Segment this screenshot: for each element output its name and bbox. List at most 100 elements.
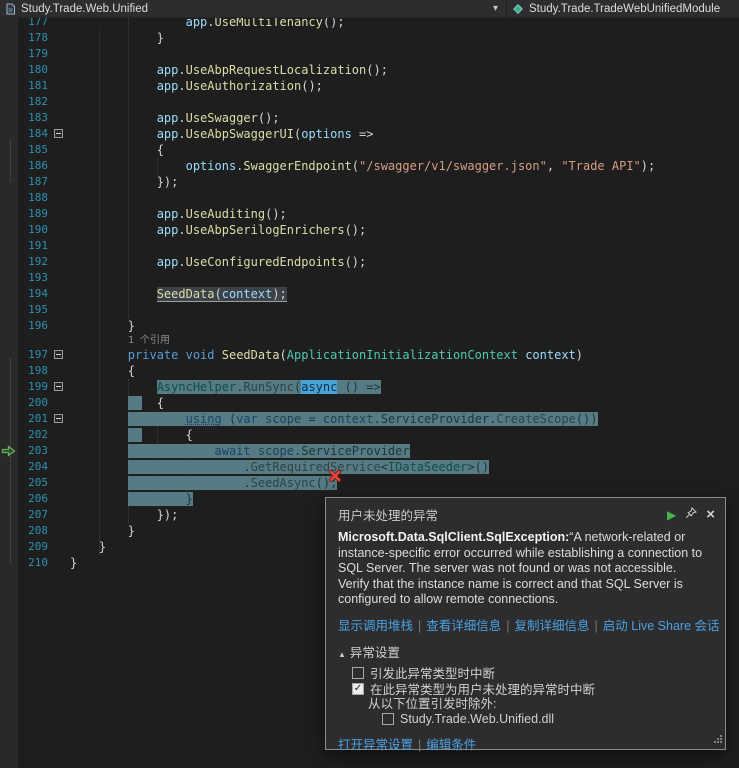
breakpoint-gutter-cell[interactable] — [0, 395, 18, 411]
code-line-195[interactable]: 195 — [0, 302, 739, 318]
breakpoint-gutter-cell[interactable] — [0, 46, 18, 62]
code-token: UseMultiTenancy — [214, 18, 323, 29]
breakpoint-gutter-cell[interactable] — [0, 110, 18, 126]
fold-margin-cell — [48, 334, 70, 347]
breakpoint-gutter-cell[interactable] — [0, 363, 18, 379]
breakpoint-gutter-cell[interactable] — [0, 286, 18, 302]
code-line-202[interactable]: 202 { — [0, 427, 739, 443]
code-line-180[interactable]: 180 app.UseAbpRequestLocalization(); — [0, 62, 739, 78]
breakpoint-gutter-cell[interactable] — [0, 206, 18, 222]
code-line-182[interactable]: 182 — [0, 94, 739, 110]
breakpoint-gutter-cell[interactable] — [0, 411, 18, 427]
open-exception-settings-link[interactable]: 打开异常设置 — [338, 738, 413, 752]
breakpoint-gutter-cell[interactable] — [0, 78, 18, 94]
type-dropdown[interactable]: Study.Trade.TradeWebUnifiedModule — [507, 0, 739, 17]
code-line-204[interactable]: 204 .GetRequiredService<IDataSeeder>() — [0, 459, 739, 475]
code-line-179[interactable]: 179 — [0, 46, 739, 62]
live-share-link[interactable]: 启动 Live Share 会话 — [603, 619, 720, 633]
line-number: 177 — [28, 18, 48, 28]
exception-settings-expander[interactable]: ▲ 异常设置 — [338, 642, 715, 661]
code-line-205[interactable]: 205 .SeedAsync(); — [0, 475, 739, 491]
breakpoint-gutter-cell[interactable] — [0, 174, 18, 190]
code-line-184[interactable]: 184 app.UseAbpSwaggerUI(options => — [0, 126, 739, 142]
fold-toggle-icon[interactable] — [54, 414, 63, 423]
breakpoint-gutter-cell[interactable] — [0, 158, 18, 174]
code-line-199[interactable]: 199 AsyncHelper.RunSync(async () => — [0, 379, 739, 395]
show-call-stack-link[interactable]: 显示调用堆栈 — [338, 619, 413, 633]
breakpoint-gutter-cell[interactable] — [0, 334, 18, 347]
code-token: SeedData — [221, 348, 280, 362]
breakpoint-gutter-cell[interactable] — [0, 30, 18, 46]
code-line-186[interactable]: 186 options.SwaggerEndpoint("/swagger/v1… — [0, 158, 739, 174]
breakpoint-gutter-cell[interactable] — [0, 318, 18, 334]
breakpoint-gutter-cell[interactable] — [0, 443, 18, 459]
breakpoint-gutter-cell[interactable] — [0, 62, 18, 78]
code-line-183[interactable]: 183 app.UseSwagger(); — [0, 110, 739, 126]
fold-toggle-icon[interactable] — [54, 382, 63, 391]
breakpoint-gutter-cell[interactable] — [0, 18, 18, 30]
copy-details-link[interactable]: 复制详细信息 — [515, 619, 590, 633]
breakpoint-gutter-cell[interactable] — [0, 190, 18, 206]
code-line-191[interactable]: 191 — [0, 238, 739, 254]
code-line-197[interactable]: 197 private void SeedData(ApplicationIni… — [0, 347, 739, 363]
break-user-unhandled-row[interactable]: ✓ 在此异常类型为用户未处理的异常时中断 — [352, 681, 715, 697]
breakpoint-gutter-cell[interactable] — [0, 126, 18, 142]
breakpoint-gutter-cell[interactable] — [0, 459, 18, 475]
breakpoint-gutter-cell[interactable] — [0, 491, 18, 507]
code-line-192[interactable]: 192 app.UseConfiguredEndpoints(); — [0, 254, 739, 270]
codelens-references[interactable]: 1 个引用 — [70, 334, 739, 347]
code-line-178[interactable]: 178 } — [0, 30, 739, 46]
code-line-188[interactable]: 188 — [0, 190, 739, 206]
code-line-200[interactable]: 200 { — [0, 395, 739, 411]
break-when-thrown-checkbox[interactable] — [352, 666, 364, 679]
code-line-181[interactable]: 181 app.UseAuthorization(); — [0, 78, 739, 94]
code-token: (); — [344, 255, 367, 269]
breakpoint-gutter-cell[interactable] — [0, 270, 18, 286]
view-details-link[interactable]: 查看详细信息 — [426, 619, 501, 633]
code-text: } — [70, 30, 739, 46]
breakpoint-gutter-cell[interactable] — [0, 523, 18, 539]
code-line-189[interactable]: 189 app.UseAuditing(); — [0, 206, 739, 222]
fold-margin-cell — [48, 238, 70, 254]
exception-marker-icon[interactable] — [328, 469, 342, 488]
project-dropdown[interactable]: Study.Trade.Web.Unified ▾ — [0, 0, 506, 17]
fold-toggle-icon[interactable] — [54, 350, 63, 359]
close-icon[interactable]: × — [706, 507, 715, 522]
breakpoint-gutter-cell[interactable] — [0, 475, 18, 491]
breakpoint-gutter-cell[interactable] — [0, 238, 18, 254]
code-token — [250, 444, 258, 458]
code-line-201[interactable]: 201 using (var scope = context.ServicePr… — [0, 411, 739, 427]
code-line-198[interactable]: 198 { — [0, 363, 739, 379]
breakpoint-gutter-cell[interactable] — [0, 254, 18, 270]
code-line-196[interactable]: 196 } — [0, 318, 739, 334]
code-line-193[interactable]: 193 — [0, 270, 739, 286]
code-line-203[interactable]: 203 await scope.ServiceProvider — [0, 443, 739, 459]
module-exclusion-row[interactable]: Study.Trade.Web.Unified.dll — [382, 712, 715, 727]
code-token: . — [178, 255, 186, 269]
breakpoint-gutter-cell[interactable] — [0, 94, 18, 110]
breakpoint-gutter-cell[interactable] — [0, 379, 18, 395]
breakpoint-gutter-cell[interactable] — [0, 302, 18, 318]
breakpoint-gutter-cell[interactable] — [0, 507, 18, 523]
breakpoint-gutter-cell[interactable] — [0, 222, 18, 238]
breakpoint-gutter-cell[interactable] — [0, 539, 18, 555]
continue-execution-icon[interactable]: ▶ — [667, 508, 676, 522]
breakpoint-gutter-cell[interactable] — [0, 142, 18, 158]
code-line-187[interactable]: 187 }); — [0, 174, 739, 190]
code-line-177[interactable]: 177 app.UseMultiTenancy(); — [0, 18, 739, 30]
fold-toggle-icon[interactable] — [54, 129, 63, 138]
pin-icon[interactable] — [685, 507, 698, 522]
code-line-194[interactable]: 194 SeedData(context); — [0, 286, 739, 302]
breakpoint-gutter-cell[interactable] — [0, 347, 18, 363]
code-line-190[interactable]: 190 app.UseAbpSerilogEnrichers(); — [0, 222, 739, 238]
resize-grip[interactable] — [712, 733, 723, 747]
code-line-185[interactable]: 185 { — [0, 142, 739, 158]
breakpoint-gutter-cell[interactable] — [0, 555, 18, 571]
module-exclusion-checkbox[interactable] — [382, 713, 394, 725]
code-token: ( — [351, 159, 360, 173]
breakpoint-gutter-cell[interactable] — [0, 427, 18, 443]
edit-conditions-link[interactable]: 编辑条件 — [426, 738, 476, 752]
break-user-unhandled-checkbox[interactable]: ✓ — [352, 682, 364, 695]
